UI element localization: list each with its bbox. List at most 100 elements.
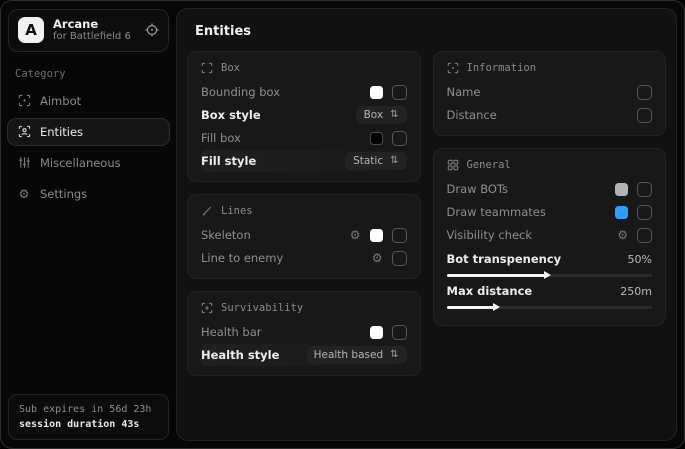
lines-card-header: Lines [201, 205, 407, 217]
left-column: Box Bounding box Box style Box [187, 51, 421, 376]
card-title: Information [467, 62, 537, 74]
skeleton-label: Skeleton [201, 228, 251, 242]
visibility-check-label: Visibility check [447, 228, 533, 242]
crosshair-icon [17, 94, 31, 107]
health-style-value: Health based [314, 349, 384, 361]
draw-teammates-row: Draw teammates [447, 201, 653, 223]
box-corners-icon [201, 62, 213, 74]
sub-expiry-text: Sub expires in 56d 23h [19, 402, 158, 417]
health-bar-checkbox[interactable] [392, 325, 407, 340]
fill-box-label: Fill box [201, 131, 241, 145]
visibility-check-checkbox[interactable] [637, 228, 652, 243]
fill-style-row: Fill style Static ⇅ [201, 150, 407, 172]
fill-box-checkbox[interactable] [392, 131, 407, 146]
bot-transparency-value: 50% [628, 253, 652, 266]
max-distance-slider-fill[interactable] [447, 306, 498, 309]
sliders-icon [17, 156, 31, 169]
gear-icon: ⚙ [17, 188, 31, 200]
draw-bots-label: Draw BOTs [447, 182, 509, 196]
line-to-enemy-label: Line to enemy [201, 251, 283, 265]
health-style-row: Health style Health based ⇅ [201, 344, 407, 366]
survivability-card-header: Survivability [201, 302, 407, 314]
draw-bots-row: Draw BOTs [447, 178, 653, 200]
fill-style-value: Static [353, 155, 383, 167]
visibility-check-settings-gear-icon[interactable]: ⚙ [617, 229, 628, 241]
app-title-block: Arcane for Battlefield 6 [53, 17, 136, 44]
bot-transparency-slider-fill[interactable] [447, 274, 550, 277]
sidebar-item-entities[interactable]: Entities [7, 118, 170, 146]
health-bar-label: Health bar [201, 325, 262, 339]
max-distance-value: 250m [620, 285, 652, 298]
card-title: General [467, 159, 511, 171]
chevron-up-down-icon: ⇅ [390, 350, 398, 360]
skeleton-checkbox[interactable] [392, 228, 407, 243]
general-card-header: General [447, 159, 653, 171]
bounding-box-label: Bounding box [201, 85, 280, 99]
draw-bots-checkbox[interactable] [637, 182, 652, 197]
health-style-dropdown[interactable]: Health based ⇅ [306, 346, 407, 364]
skeleton-color-swatch[interactable] [370, 229, 383, 242]
subscription-card: Sub expires in 56d 23h session duration … [8, 394, 169, 440]
main-panel: Entities Box [176, 8, 677, 441]
box-card: Box Bounding box Box style Box [187, 51, 421, 182]
name-checkbox[interactable] [637, 85, 652, 100]
scope-icon[interactable] [145, 23, 159, 37]
line-to-enemy-settings-gear-icon[interactable]: ⚙ [372, 252, 383, 264]
sidebar-item-miscellaneous[interactable]: Miscellaneous [7, 149, 170, 177]
health-bar-color-swatch[interactable] [370, 326, 383, 339]
info-scan-icon [447, 62, 459, 74]
right-column: Information Name Distance [433, 51, 667, 376]
entities-icon [17, 125, 31, 138]
distance-row: Distance [447, 104, 653, 126]
card-title: Box [221, 62, 240, 74]
bounding-box-color-swatch[interactable] [370, 86, 383, 99]
bot-transparency-label: Bot transpenency [447, 252, 562, 266]
information-card: Information Name Distance [433, 51, 667, 136]
card-title: Survivability [221, 302, 303, 314]
distance-label: Distance [447, 108, 497, 122]
health-bar-row: Health bar [201, 321, 407, 343]
draw-bots-color-swatch[interactable] [615, 183, 628, 196]
box-style-label: Box style [201, 108, 261, 122]
bounding-box-checkbox[interactable] [392, 85, 407, 100]
name-label: Name [447, 85, 481, 99]
max-distance-slider[interactable] [447, 306, 653, 309]
draw-teammates-checkbox[interactable] [637, 205, 652, 220]
bot-transparency-slider[interactable] [447, 274, 653, 277]
health-corners-icon [201, 302, 213, 314]
card-title: Lines [221, 205, 253, 217]
sidebar-item-aimbot[interactable]: Aimbot [7, 87, 170, 115]
app-subtitle: for Battlefield 6 [53, 31, 136, 44]
content-columns: Box Bounding box Box style Box [187, 51, 666, 376]
skeleton-settings-gear-icon[interactable]: ⚙ [350, 229, 361, 241]
sidebar-nav: Aimbot Entities [1, 86, 176, 209]
max-distance-label: Max distance [447, 284, 533, 298]
name-row: Name [447, 81, 653, 103]
page-title: Entities [195, 24, 666, 39]
sidebar: A Arcane for Battlefield 6 Category [1, 1, 176, 448]
health-style-label: Health style [201, 348, 279, 362]
fill-style-dropdown[interactable]: Static ⇅ [345, 152, 406, 170]
distance-checkbox[interactable] [637, 108, 652, 123]
box-style-dropdown[interactable]: Box ⇅ [356, 106, 407, 124]
box-card-header: Box [201, 62, 407, 74]
fill-style-label: Fill style [201, 154, 256, 168]
draw-teammates-color-swatch[interactable] [615, 206, 628, 219]
max-distance-slider-row: Max distance 250m [447, 284, 653, 309]
category-label: Category [15, 68, 162, 80]
fill-box-row: Fill box [201, 127, 407, 149]
visibility-check-row: Visibility check ⚙ [447, 224, 653, 246]
sidebar-item-label: Entities [40, 125, 83, 139]
fill-box-color-swatch[interactable] [370, 132, 383, 145]
app-logo: A [18, 17, 44, 43]
sidebar-item-settings[interactable]: ⚙ Settings [7, 180, 170, 208]
line-to-enemy-checkbox[interactable] [392, 251, 407, 266]
box-style-row: Box style Box ⇅ [201, 104, 407, 126]
logo-card: A Arcane for Battlefield 6 [8, 9, 169, 52]
survivability-card: Survivability Health bar Health style [187, 291, 421, 376]
session-duration-text: session duration 43s [19, 417, 158, 432]
bot-transparency-slider-row: Bot transpenency 50% [447, 252, 653, 277]
information-card-header: Information [447, 62, 653, 74]
pencil-line-icon [201, 205, 213, 217]
lines-card: Lines Skeleton ⚙ Line to enemy ⚙ [187, 194, 421, 279]
